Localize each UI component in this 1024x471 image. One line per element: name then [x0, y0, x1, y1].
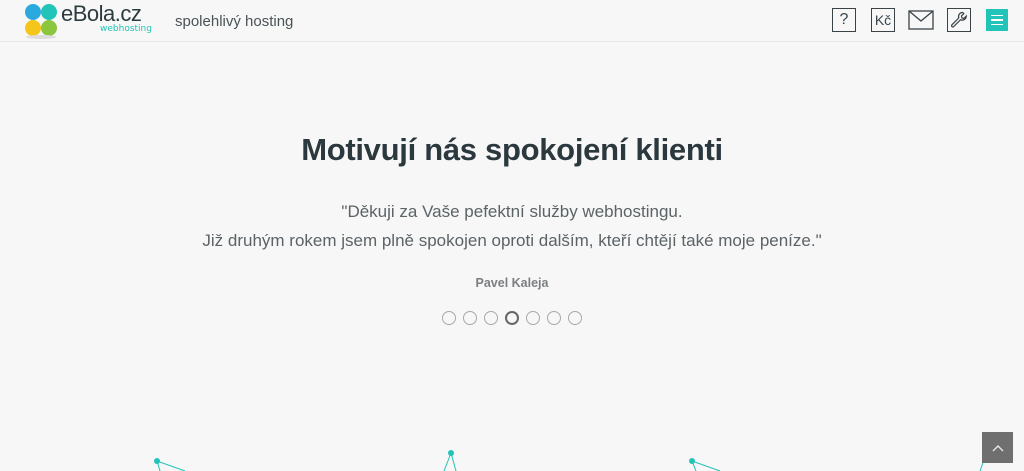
slider-dot[interactable] — [442, 311, 456, 325]
testimonial-author: Pavel Kaleja — [475, 276, 549, 290]
menu-icon-bar — [991, 23, 1003, 26]
logo-subtext: webhosting — [100, 24, 152, 34]
menu-icon-bar — [991, 14, 1003, 17]
site-tagline: spolehlivý hosting — [175, 13, 294, 30]
scroll-to-top-button[interactable] — [982, 432, 1013, 463]
slider-dot[interactable] — [484, 311, 498, 325]
tools-button[interactable] — [947, 8, 971, 32]
slider-dot[interactable] — [547, 311, 561, 325]
mail-icon — [908, 10, 934, 30]
network-decoration — [154, 450, 989, 471]
slider-dot[interactable] — [463, 311, 477, 325]
site-header: eBola.cz webhosting spolehlivý hosting ?… — [0, 0, 1024, 42]
chevron-up-icon — [992, 444, 1003, 451]
slider-dot[interactable] — [505, 311, 519, 325]
question-icon: ? — [839, 11, 849, 28]
testimonial-quote-line: "Děkuji za Vaše pefektní služby webhosti… — [341, 202, 683, 221]
logo-circles-icon — [25, 4, 57, 39]
testimonials-heading: Motivují nás spokojení klienti — [301, 132, 723, 167]
menu-icon-bar — [991, 19, 1003, 21]
price-icon: Kč — [874, 12, 892, 28]
slider-dot[interactable] — [526, 311, 540, 325]
site-logo[interactable]: eBola.cz webhosting — [24, 1, 154, 39]
testimonial-quote-line: Již druhým rokem jsem plně spokojen opro… — [202, 231, 822, 250]
help-button[interactable]: ? — [832, 8, 856, 32]
testimonial-quote: "Děkuji za Vaše pefektní služby webhosti… — [0, 197, 1024, 255]
contact-button[interactable] — [908, 8, 934, 32]
price-button[interactable]: Kč — [871, 8, 895, 32]
slider-pagination — [0, 311, 1024, 325]
slider-dot[interactable] — [568, 311, 582, 325]
menu-button[interactable] — [986, 9, 1008, 31]
wrench-icon — [950, 11, 967, 28]
